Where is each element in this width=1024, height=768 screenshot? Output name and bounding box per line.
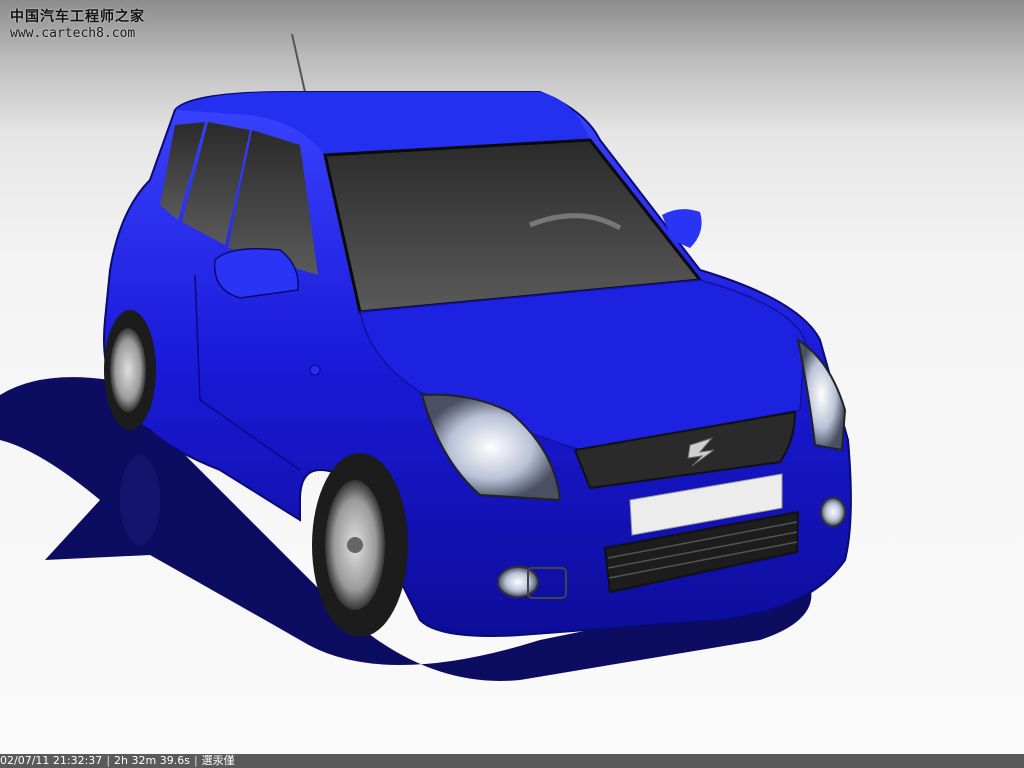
antenna	[291, 33, 306, 93]
fuel-cap	[309, 364, 321, 376]
status-date-time: 02/07/11 21:32:37	[0, 754, 103, 767]
fog-light-left	[497, 566, 539, 598]
watermark-url: www.cartech8.com	[10, 26, 136, 41]
car-render	[0, 33, 852, 681]
watermark: 中国汽车工程师之家 www.cartech8.com	[10, 8, 145, 42]
wheel-rear-rim	[110, 328, 146, 412]
status-render-time: 2h 32m 39.6s	[114, 754, 190, 767]
render-viewport: 中国汽车工程师之家 www.cartech8.com	[0, 0, 1024, 754]
render-status-bar: 02/07/11 21:32:37 | 2h 32m 39.6s | 選汞僅	[0, 754, 1024, 768]
watermark-title: 中国汽车工程师之家	[10, 9, 145, 25]
reflection-wheel	[120, 455, 160, 545]
side-mirror-left	[213, 248, 299, 299]
fog-light-right	[820, 497, 846, 527]
status-label: 選汞僅	[201, 754, 235, 767]
wheel-front-hub	[347, 537, 363, 553]
